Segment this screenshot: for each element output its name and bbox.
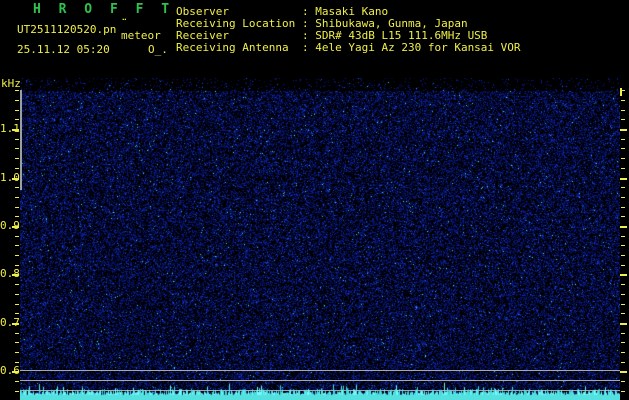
signal-level-trace bbox=[20, 382, 620, 400]
tick-mark bbox=[621, 265, 625, 266]
tick-mark bbox=[15, 90, 19, 91]
tick-mark bbox=[15, 158, 19, 159]
tick-mark bbox=[15, 197, 19, 198]
tick-mark bbox=[12, 129, 19, 131]
tick-mark bbox=[15, 333, 19, 334]
header-field-row: Receiving Location: Shibukawa, Gunma, Ja… bbox=[176, 17, 626, 30]
datetime-text: 25.11.12 05:20 bbox=[17, 43, 110, 56]
field-value: : 4ele Yagi Az 230 for Kansai VOR bbox=[302, 41, 521, 54]
field-label: Receiving Antenna bbox=[176, 41, 289, 54]
tick-mark bbox=[15, 352, 19, 353]
tick-mark bbox=[621, 110, 625, 111]
status-indicator: O_. bbox=[148, 43, 168, 56]
tick-mark bbox=[621, 168, 625, 169]
tick-mark bbox=[621, 148, 625, 149]
tick-mark bbox=[12, 178, 19, 180]
tick-mark bbox=[15, 391, 19, 392]
tick-mark bbox=[621, 333, 625, 334]
start-marker-line bbox=[20, 90, 22, 190]
tick-mark bbox=[15, 265, 19, 266]
tick-mark bbox=[621, 207, 625, 208]
tick-mark bbox=[15, 110, 19, 111]
tick-mark bbox=[621, 342, 625, 343]
tick-mark bbox=[15, 148, 19, 149]
tick-mark bbox=[621, 255, 625, 256]
tick-mark bbox=[620, 274, 627, 276]
tick-mark bbox=[15, 216, 19, 217]
tick-mark bbox=[621, 158, 625, 159]
tick-mark bbox=[621, 139, 625, 140]
tick-mark bbox=[621, 294, 625, 295]
tick-mark bbox=[620, 371, 627, 373]
tick-mark bbox=[15, 236, 19, 237]
spectrogram-noise-canvas bbox=[20, 78, 620, 400]
tick-mark bbox=[620, 178, 627, 180]
header-field-row: Receiving Antenna : 4ele Yagi Az 230 for … bbox=[176, 41, 626, 54]
tick-mark bbox=[15, 187, 19, 188]
tick-mark bbox=[621, 90, 625, 91]
tick-mark bbox=[15, 119, 19, 120]
filename-text: UT2511120520.pn bbox=[17, 23, 117, 36]
tick-mark bbox=[621, 245, 625, 246]
freq-unit-label: kHz bbox=[1, 77, 21, 90]
hrofft-screen: H R O F F T UT2511120520.pn ¨ meteor 25.… bbox=[0, 0, 629, 400]
tick-mark bbox=[15, 245, 19, 246]
tick-mark bbox=[621, 236, 625, 237]
tick-mark bbox=[621, 100, 625, 101]
tick-mark bbox=[621, 187, 625, 188]
tick-mark bbox=[621, 352, 625, 353]
tick-mark bbox=[12, 226, 19, 228]
tick-mark bbox=[15, 304, 19, 305]
tick-mark bbox=[621, 391, 625, 392]
tick-mark bbox=[12, 274, 19, 276]
tick-mark bbox=[621, 313, 625, 314]
header-field-row: Observer: Masaki Kano bbox=[176, 5, 626, 18]
tick-mark bbox=[12, 371, 19, 373]
tick-mark bbox=[620, 323, 627, 325]
tick-mark bbox=[15, 100, 19, 101]
tick-mark bbox=[621, 119, 625, 120]
tick-mark bbox=[621, 381, 625, 382]
station-name: meteor bbox=[121, 29, 161, 42]
tick-mark bbox=[621, 216, 625, 217]
header-field-row: Receiver: SDR# 43dB L15 111.6MHz USB bbox=[176, 29, 626, 42]
tick-mark bbox=[15, 342, 19, 343]
tick-mark bbox=[15, 313, 19, 314]
tick-mark bbox=[15, 255, 19, 256]
app-title: H R O F F T bbox=[33, 2, 175, 17]
tick-mark bbox=[621, 197, 625, 198]
tick-mark bbox=[15, 168, 19, 169]
tick-mark bbox=[15, 139, 19, 140]
tick-mark bbox=[12, 323, 19, 325]
tick-mark bbox=[15, 381, 19, 382]
level-grid-line bbox=[20, 370, 620, 371]
tick-mark bbox=[15, 207, 19, 208]
tick-mark bbox=[620, 129, 627, 131]
tick-mark bbox=[15, 294, 19, 295]
tick-mark bbox=[620, 226, 627, 228]
tick-mark bbox=[15, 362, 19, 363]
tick-mark bbox=[15, 284, 19, 285]
tick-mark bbox=[621, 284, 625, 285]
tick-mark bbox=[621, 362, 625, 363]
level-grid-line bbox=[20, 380, 620, 381]
tick-mark bbox=[621, 304, 625, 305]
